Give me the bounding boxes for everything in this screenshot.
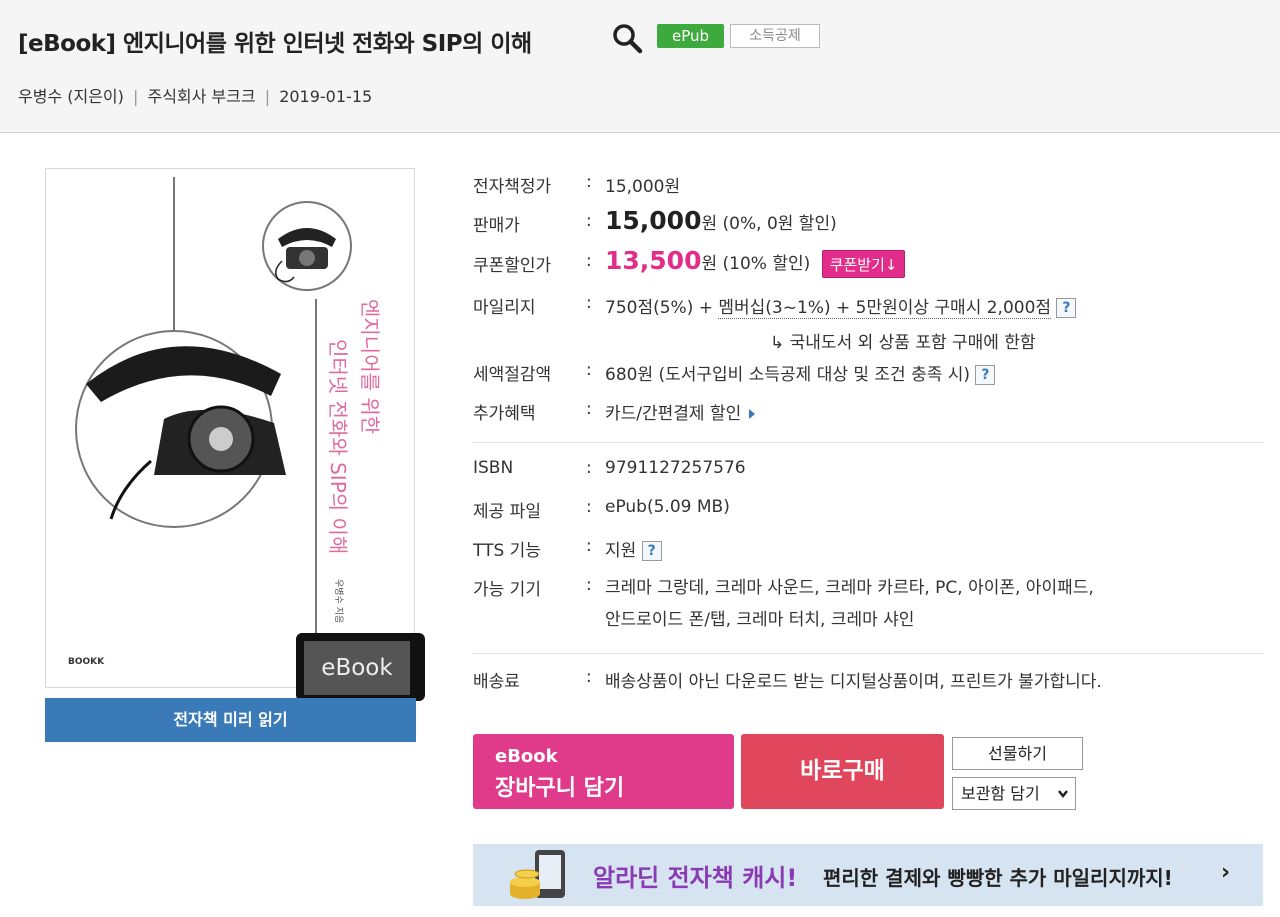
- cover-author: 우병수 지음: [333, 579, 344, 623]
- add-to-cart-button[interactable]: eBook 장바구니 담기: [473, 734, 734, 809]
- device-line-2: 안드로이드 폰/탭, 크레마 터치, 크레마 샤인: [605, 610, 915, 630]
- tax-help-icon[interactable]: ?: [975, 365, 996, 385]
- banner-subtitle: 편리한 결제와 빵빵한 추가 마일리지까지!: [823, 866, 1173, 890]
- tts-label: TTS 기능: [473, 541, 541, 561]
- epub-badge: ePub: [657, 24, 724, 48]
- save-to-box-label: 보관함 담기: [961, 784, 1040, 803]
- caret-right-icon: [749, 409, 756, 419]
- product-header: [eBook] 엔지니어를 위한 인터넷 전화와 SIP의 이해 ePub 소득…: [0, 0, 1280, 133]
- tts-text: 지원: [605, 541, 637, 561]
- file-label: 제공 파일: [473, 502, 541, 522]
- coins-phone-icon: [510, 850, 565, 899]
- banner-title: 알라딘 전자책 캐시!: [593, 864, 798, 892]
- tts-value: 지원 ?: [605, 536, 662, 561]
- colon: :: [586, 399, 592, 419]
- gift-button[interactable]: 선물하기: [952, 737, 1083, 770]
- colon: :: [586, 360, 592, 380]
- mileage-help-icon[interactable]: ?: [1056, 298, 1077, 318]
- coupon-price-label: 쿠폰할인가: [473, 256, 552, 276]
- coupon-price-value: 13,500원 (10% 할인) 쿠폰받기↓: [605, 246, 906, 278]
- list-price-label: 전자책정가: [473, 177, 552, 197]
- tax-saving-value: 680원 (도서구입비 소득공제 대상 및 조건 충족 시) ?: [605, 360, 996, 385]
- colon: :: [586, 172, 592, 192]
- device-label: 가능 기기: [473, 580, 541, 600]
- colon: :: [586, 667, 592, 687]
- coupon-price-amount: 13,500: [605, 246, 702, 275]
- sale-price-label: 판매가: [473, 216, 520, 236]
- section-divider: [473, 442, 1263, 443]
- cart-button-line1: eBook: [495, 746, 558, 767]
- colon: :: [586, 536, 592, 556]
- colon: :: [586, 575, 592, 595]
- coupon-price-note: (10% 할인): [722, 254, 811, 274]
- device-value: 크레마 그랑데, 크레마 사운드, 크레마 카르타, PC, 아이폰, 아이패드…: [605, 572, 1094, 636]
- shipping-value: 배송상품이 아닌 다운로드 받는 디지털상품이며, 프린트가 불가합니다.: [605, 672, 1102, 692]
- ebook-tag: eBook: [296, 633, 425, 701]
- isbn-value: 9791127257576: [605, 458, 746, 478]
- cover-publisher-logo: BOOKK: [68, 657, 105, 667]
- chevron-down-icon: [1057, 778, 1069, 821]
- mileage-value: 750점(5%) + 멤버십(3~1%) + 5만원이상 구매시 2,000점 …: [605, 293, 1077, 319]
- tax-deduction-badge: 소득공제: [730, 24, 820, 48]
- sale-price-value: 15,000원 (0%, 0원 할인): [605, 206, 837, 235]
- publisher-link[interactable]: 주식회사 부크크: [147, 87, 255, 106]
- sale-price-unit: 원: [701, 214, 718, 234]
- cover-illustration: 엔지니어를 위한 인터넷 전화와 SIP의 이해 우병수 지음 BOOKK: [68, 177, 382, 667]
- file-value: ePub(5.09 MB): [605, 497, 730, 517]
- ebook-cash-banner[interactable]: 알라딘 전자책 캐시! 편리한 결제와 빵빵한 추가 마일리지까지! ›: [473, 844, 1263, 906]
- book-cover[interactable]: 엔지니어를 위한 인터넷 전화와 SIP의 이해 우병수 지음 BOOKK: [45, 168, 415, 688]
- benefit-text[interactable]: 카드/간편결제 할인: [605, 404, 741, 424]
- ebook-tag-label: eBook: [304, 641, 410, 695]
- colon: :: [586, 497, 592, 517]
- cart-button-line2: 장바구니 담기: [495, 776, 625, 801]
- chevron-right-icon: ›: [1221, 860, 1231, 885]
- mileage-label: 마일리지: [473, 298, 536, 318]
- mileage-membership[interactable]: 멤버십(3~1%) + 5만원이상 구매시 2,000점: [718, 298, 1052, 319]
- shipping-label: 배송료: [473, 672, 520, 692]
- save-to-box-button[interactable]: 보관함 담기: [952, 777, 1076, 810]
- buy-now-button[interactable]: 바로구매: [741, 734, 944, 809]
- tax-saving-text: 680원 (도서구입비 소득공제 대상 및 조건 충족 시): [605, 365, 971, 385]
- coupon-price-unit: 원: [701, 254, 718, 274]
- coupon-download-button[interactable]: 쿠폰받기↓: [821, 250, 906, 278]
- colon: :: [586, 293, 592, 313]
- benefit-value[interactable]: 카드/간편결제 할인: [605, 399, 756, 424]
- benefit-label: 추가혜택: [473, 404, 536, 424]
- mileage-note: ↳ 국내도서 외 상품 포함 구매에 한함: [770, 333, 1036, 353]
- tax-saving-label: 세액절감액: [473, 365, 552, 385]
- cover-title-line2: 인터넷 전화와 SIP의 이해: [326, 339, 350, 554]
- preview-button[interactable]: 전자책 미리 읽기: [45, 698, 416, 742]
- author-link[interactable]: 우병수 (지은이): [18, 87, 124, 106]
- colon: :: [586, 458, 592, 478]
- cover-title-line1: 엔지니어를 위한: [358, 299, 382, 434]
- byline-separator: |: [132, 87, 139, 106]
- search-icon[interactable]: [611, 22, 645, 54]
- colon: :: [586, 251, 592, 271]
- byline-separator: |: [264, 87, 271, 106]
- device-line-1: 크레마 그랑데, 크레마 사운드, 크레마 카르타, PC, 아이폰, 아이패드…: [605, 578, 1094, 598]
- tts-help-icon[interactable]: ?: [641, 541, 662, 561]
- sale-price-amount: 15,000: [605, 206, 702, 235]
- page-title: [eBook] 엔지니어를 위한 인터넷 전화와 SIP의 이해: [18, 31, 532, 57]
- publish-date: 2019-01-15: [279, 87, 373, 106]
- section-divider: [473, 653, 1263, 654]
- isbn-label: ISBN: [473, 458, 514, 478]
- sale-price-note: (0%, 0원 할인): [722, 214, 837, 234]
- colon: :: [586, 211, 592, 231]
- mileage-base: 750점(5%) +: [605, 298, 719, 318]
- list-price-value: 15,000원: [605, 177, 681, 197]
- byline: 우병수 (지은이) | 주식회사 부크크 | 2019-01-15: [18, 83, 372, 107]
